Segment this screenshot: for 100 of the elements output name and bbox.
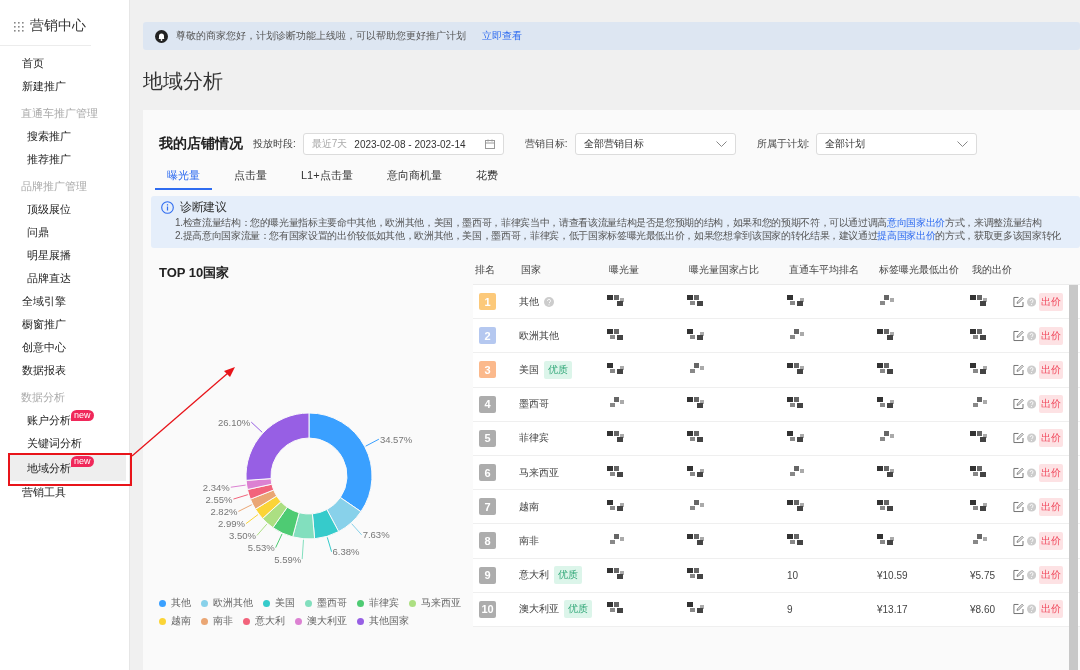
tab[interactable]: 花费 — [463, 162, 510, 190]
sidebar-item[interactable]: 推荐推广 — [27, 152, 71, 167]
sidebar-item[interactable]: 营销工具 — [22, 485, 66, 500]
sidebar-item[interactable]: 搜索推广 — [27, 129, 71, 144]
filter-label: 投放时段: — [253, 137, 296, 151]
quality-tag: 优质 — [564, 600, 592, 619]
sidebar-item[interactable]: 橱窗推广 — [22, 317, 66, 332]
country-name: 欧洲其他 — [519, 328, 559, 343]
table-cell: 10 — [787, 569, 799, 581]
rank-badge: 9 — [479, 566, 496, 584]
table-cell: ¥10.59 — [877, 569, 908, 581]
slice-value-label: 3.50% — [229, 529, 256, 541]
view-now-link[interactable]: 立即查看 — [482, 29, 522, 43]
rank-badge: 6 — [479, 464, 496, 482]
legend-label: 越南 — [171, 614, 191, 628]
select-field[interactable]: 全部营销目标 — [574, 133, 736, 155]
sidebar-item[interactable]: 账户分析 — [27, 413, 71, 428]
diagnosis-link[interactable]: 提高国家出价 — [877, 229, 936, 241]
sidebar-item[interactable]: 地域分析 — [27, 460, 71, 476]
legend-label: 意大利 — [255, 614, 285, 628]
chart-title: TOP 10国家 — [159, 265, 230, 280]
diagnosis-link[interactable]: 意向国家出价 — [887, 217, 945, 228]
rank-badge: 4 — [479, 395, 496, 413]
sidebar-item[interactable]: 创意中心 — [22, 340, 66, 355]
sidebar-item[interactable]: 全域引擎 — [22, 294, 66, 309]
page-title: 地域分析 — [143, 69, 223, 94]
country-name: 南非 — [519, 533, 539, 548]
new-badge: new — [71, 410, 94, 421]
sidebar-group-label: 直通车推广管理 — [21, 106, 98, 121]
rank-badge: 7 — [479, 498, 496, 516]
tab[interactable]: L1+点击量 — [289, 162, 365, 190]
banner-message: 尊敬的商家您好，计划诊断功能上线啦，可以帮助您更好推广计划 — [176, 29, 466, 43]
column-header: 我的出价 — [972, 263, 1012, 277]
sidebar-title: 营销中心 — [30, 17, 86, 35]
select-field[interactable]: 全部计划 — [816, 133, 978, 155]
country-name: 澳大利亚 — [519, 602, 559, 617]
column-header: 曝光量 — [609, 263, 639, 277]
tab[interactable]: 意向商机量 — [374, 162, 454, 190]
legend-label: 菲律宾 — [369, 596, 399, 610]
country-name: 美国 — [519, 362, 539, 377]
slice-value-label: 26.10% — [218, 416, 251, 428]
column-header: 国家 — [521, 263, 541, 277]
column-header: 标签曝光最低出价 — [879, 263, 959, 277]
quality-tag: 优质 — [544, 360, 572, 379]
country-name: 其他 — [519, 294, 539, 309]
slice-value-label: 6.38% — [332, 546, 360, 558]
diagnosis-title: 诊断建议 — [180, 201, 227, 214]
slice-value-label: 5.59% — [274, 553, 302, 565]
rank-badge: 8 — [479, 532, 496, 550]
table-cell: ¥13.17 — [877, 603, 908, 615]
rank-badge: 10 — [479, 600, 496, 618]
slice-value-label: 2.55% — [205, 493, 233, 505]
tab[interactable]: 点击量 — [222, 162, 279, 190]
column-header: 曝光量国家占比 — [689, 263, 759, 277]
rank-badge: 2 — [479, 327, 496, 345]
slice-value-label: 2.82% — [210, 505, 238, 517]
section-title: 我的店铺情况 — [159, 135, 243, 153]
sidebar-group-label: 品牌推广管理 — [21, 179, 87, 194]
tab[interactable]: 曝光量 — [155, 162, 212, 190]
legend-label: 马来西亚 — [421, 596, 461, 610]
slice-value-label: 5.53% — [247, 542, 275, 554]
sidebar-item[interactable]: 明星展播 — [27, 248, 71, 263]
table-cell: 9 — [787, 603, 793, 615]
legend-label: 澳大利亚 — [307, 614, 347, 628]
legend-label: 美国 — [275, 596, 295, 610]
country-name: 菲律宾 — [519, 431, 549, 446]
slice-value-label: 7.63% — [362, 529, 390, 541]
legend-label: 其他国家 — [369, 614, 409, 628]
rank-badge: 5 — [479, 429, 496, 447]
diagnosis-text: 2.提高意向国家流量：您有国家设置的出价较低如其他，欧洲其他，美国，墨西哥，菲律宾，低于国家标签曝光最低出价，如果您想拿到该国家的转化结果，建议通过提高国家出价的方式，获取更多该国家转化 — [174, 229, 1062, 242]
slice-value-label: 34.57% — [379, 433, 413, 445]
country-name: 意大利 — [519, 568, 549, 583]
new-badge: new — [71, 456, 94, 467]
country-name: 马来西亚 — [519, 465, 559, 480]
legend-label: 墨西哥 — [317, 596, 347, 610]
legend-label: 欧洲其他 — [213, 596, 253, 610]
table-cell: ¥5.75 — [970, 569, 996, 581]
quality-tag: 优质 — [554, 566, 582, 585]
rank-badge: 3 — [479, 361, 496, 379]
sidebar-item[interactable]: 数据报表 — [22, 363, 66, 378]
column-header: 直通车平均排名 — [789, 263, 859, 277]
column-header: 排名 — [475, 263, 495, 277]
rank-badge: 1 — [479, 293, 496, 311]
sidebar-item[interactable]: 品牌直达 — [27, 271, 71, 286]
legend-label: 其他 — [171, 596, 191, 610]
sidebar-item[interactable]: 问鼎 — [27, 225, 49, 240]
slice-value-label: 2.34% — [202, 481, 230, 493]
date-range-field[interactable]: 最近7天 2023-02-08 - 2023-02-14 — [302, 133, 504, 155]
sidebar-item[interactable]: 关键词分析 — [27, 436, 82, 451]
legend-label: 南非 — [213, 614, 233, 628]
filter-label: 营销目标: — [524, 137, 568, 151]
sidebar-item[interactable]: 首页 — [22, 56, 44, 71]
country-name: 墨西哥 — [519, 397, 549, 412]
country-name: 越南 — [519, 499, 539, 514]
table-cell: ¥8.60 — [970, 603, 996, 615]
sidebar-item[interactable]: 顶级展位 — [27, 202, 71, 217]
filter-label: 所属于计划: — [756, 137, 810, 151]
slice-value-label: 2.99% — [218, 518, 245, 530]
diagnosis-text: 1.检查流量结构：您的曝光量指标主要命中其他，欧洲其他，美国，墨西哥，菲律宾当中，请查看该流量结构是否是您预期的结构，如果和您的预期不符，可以通过调高意向国家出价方式，来调整流量结构 — [174, 217, 1043, 230]
sidebar-item[interactable]: 新建推广 — [22, 79, 66, 94]
